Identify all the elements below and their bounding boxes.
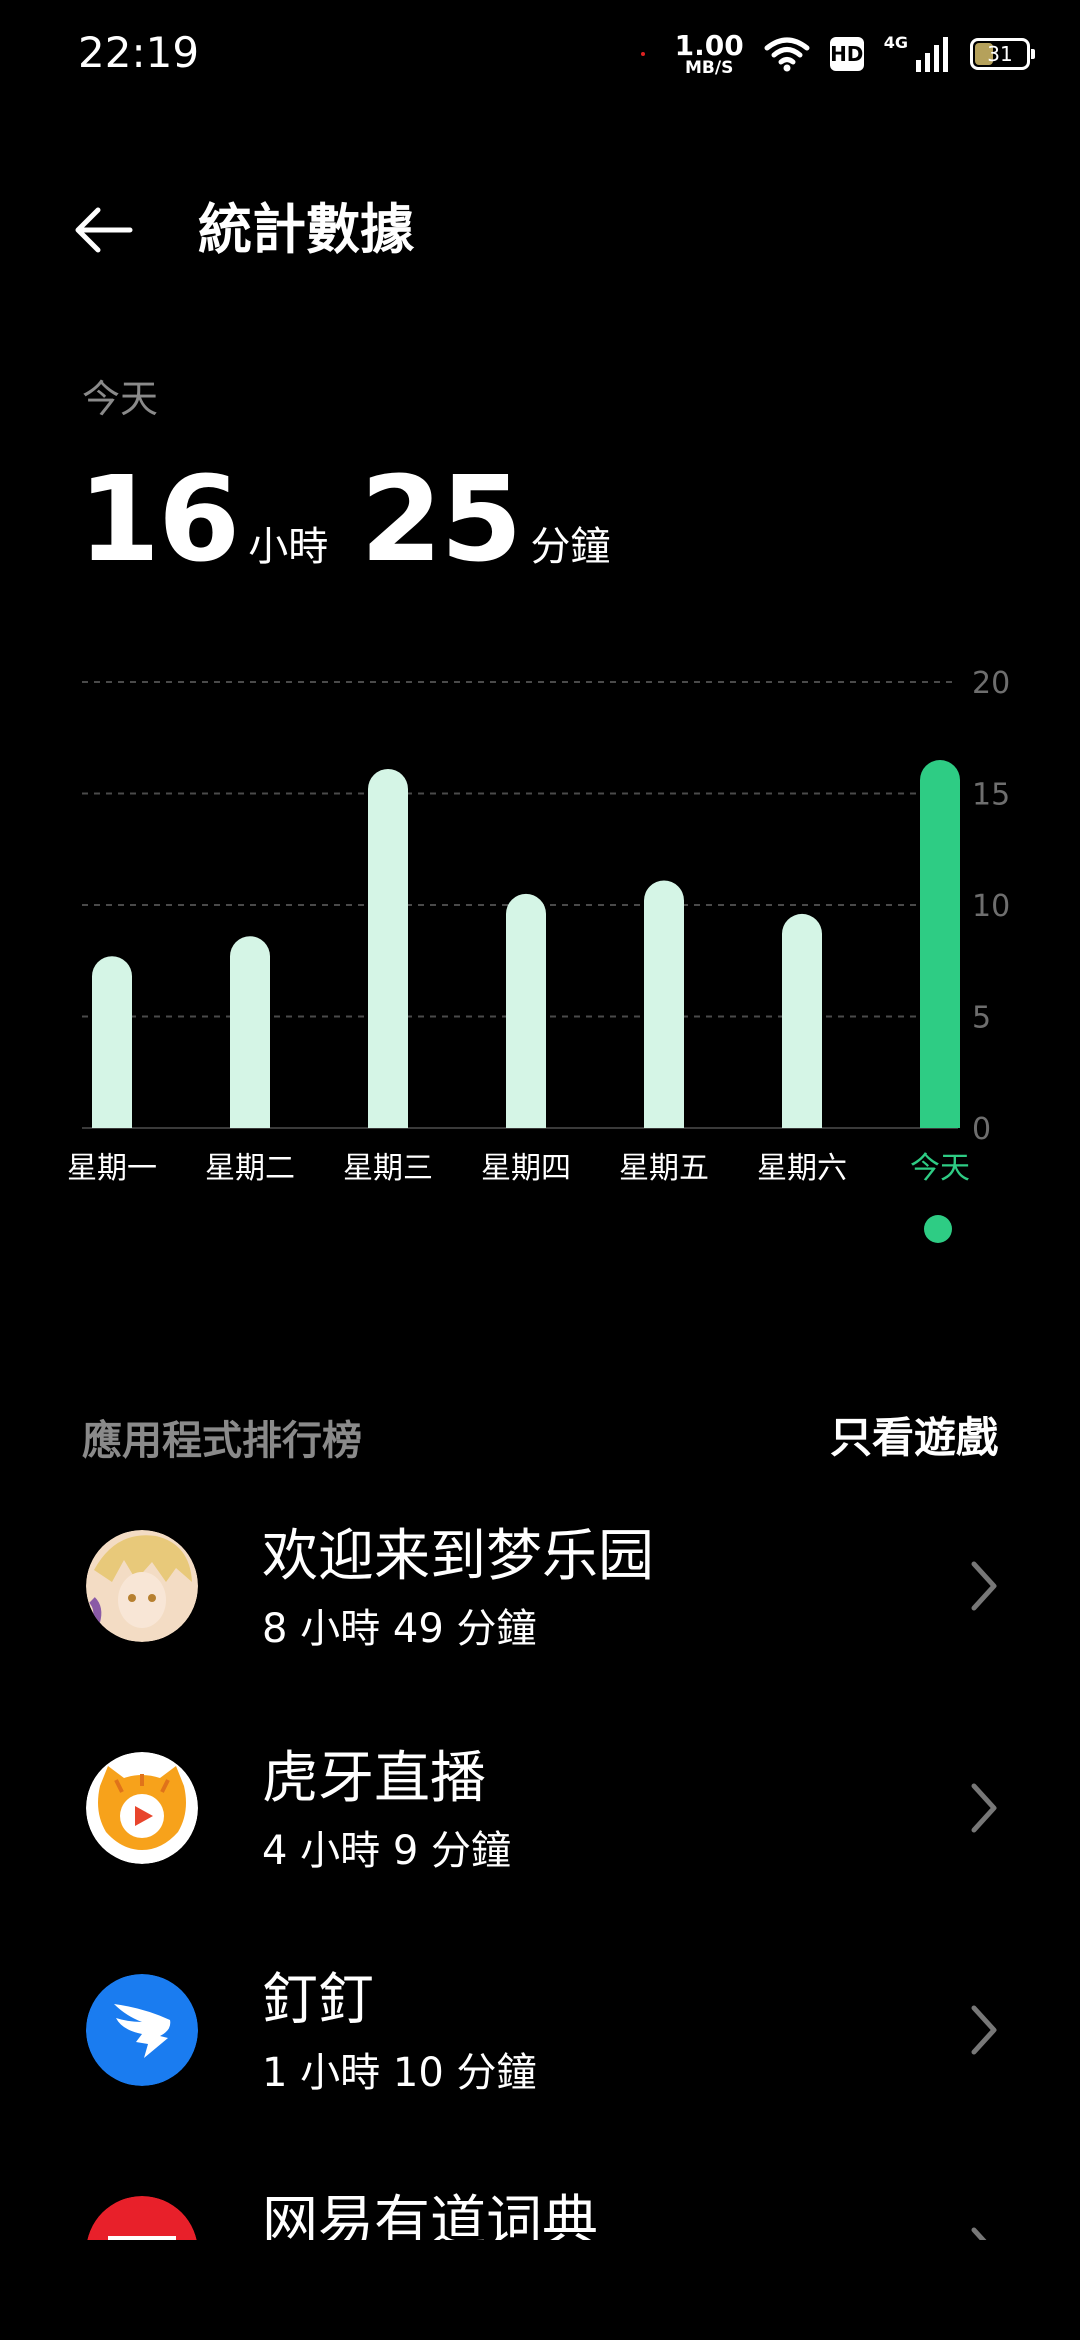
network-speed: 1.00 MB/S xyxy=(674,28,744,78)
chart-bar xyxy=(506,893,546,1128)
app-usage-time: 1 小時 10 分鐘 xyxy=(262,2050,537,2096)
dingtalk-icon xyxy=(86,1974,198,2086)
back-arrow-icon xyxy=(75,207,133,253)
today-label: 今天 xyxy=(82,377,159,421)
chart-bar xyxy=(368,768,408,1128)
y-tick-label: 5 xyxy=(972,1001,991,1036)
app-row-3[interactable]: 釘釘 1 小時 10 分鐘 xyxy=(0,1944,1080,2164)
rankings-header: 應用程式排行榜 只看遊戲 xyxy=(0,1400,1080,1470)
app-ranking-list: 欢迎来到梦乐园 8 小時 49 分鐘 虎牙直播 4 小時 9 分鐘 釘釘 1 小… xyxy=(0,1500,1080,2240)
battery-nub xyxy=(1031,49,1035,59)
anime-avatar-icon xyxy=(86,1530,198,1642)
app-name: 釘釘 xyxy=(262,1968,374,2033)
status-bar: 22:19 1.00 MB/S HD 4G 31 xyxy=(0,0,1080,110)
x-tick-label: 星期一 xyxy=(67,1151,157,1186)
x-tick-label: 星期三 xyxy=(343,1151,433,1186)
chart-bar xyxy=(230,936,270,1128)
notification-dot-icon xyxy=(640,52,645,56)
chevron-right-icon xyxy=(971,1561,997,1611)
chart-bar xyxy=(92,956,132,1128)
app-name: 欢迎来到梦乐园 xyxy=(262,1524,654,1589)
y-tick-label: 10 xyxy=(972,889,1010,924)
app-usage-time: 4 小時 9 分鐘 xyxy=(262,1828,512,1874)
total-usage-time: 16 小時 25 分鐘 xyxy=(78,450,642,588)
app-row-1[interactable]: 欢迎来到梦乐园 8 小時 49 分鐘 xyxy=(0,1500,1080,1720)
usage-bar-chart: 0 5 10 15 20 星期一 星期二 星期三 星期四 星期五 星期六 今天 xyxy=(67,666,1010,1186)
selected-day-indicator xyxy=(924,1215,952,1243)
chart-bar xyxy=(644,880,684,1128)
hours-value: 16 xyxy=(78,450,240,588)
minutes-value: 25 xyxy=(360,450,522,588)
page-title: 統計數據 xyxy=(198,198,414,261)
y-tick-label: 20 xyxy=(972,666,1010,701)
signal-icon xyxy=(916,37,948,72)
hd-badge-icon: HD xyxy=(829,37,864,71)
x-tick-label: 星期四 xyxy=(481,1151,571,1186)
app-row-2[interactable]: 虎牙直播 4 小時 9 分鐘 xyxy=(0,1722,1080,1942)
network-speed-unit: MB/S xyxy=(685,57,734,78)
back-button[interactable] xyxy=(72,198,136,262)
x-tick-label: 星期二 xyxy=(205,1151,295,1186)
status-icons: 1.00 MB/S HD 4G 31 xyxy=(640,28,1035,78)
chart-bar xyxy=(782,913,823,1128)
battery-icon: 31 xyxy=(970,38,1035,70)
app-row-4[interactable]: 网易有道词典 xyxy=(0,2166,1080,2240)
youdao-icon xyxy=(86,2196,198,2240)
wifi-icon xyxy=(764,37,810,72)
app-name: 虎牙直播 xyxy=(262,1746,486,1811)
network-speed-value: 1.00 xyxy=(674,28,744,62)
chevron-right-icon xyxy=(971,2227,987,2240)
games-only-filter-button[interactable]: 只看遊戲 xyxy=(830,1404,998,1465)
hours-unit: 小時 xyxy=(248,524,329,570)
y-tick-label: 15 xyxy=(972,778,1010,813)
network-type: 4G xyxy=(883,32,908,52)
chart-bar xyxy=(920,760,960,1128)
battery-level: 31 xyxy=(987,42,1013,66)
app-usage-time: 8 小時 49 分鐘 xyxy=(262,1606,537,1652)
header: 統計數據 xyxy=(0,180,1080,280)
minutes-unit: 分鐘 xyxy=(530,524,611,570)
app-name: 网易有道词典 xyxy=(262,2190,598,2240)
usage-chart: 0 5 10 15 20 星期一 星期二 星期三 星期四 星期五 星期六 今天 xyxy=(0,660,1080,1260)
huya-tiger-icon xyxy=(86,1752,198,1864)
y-tick-label: 0 xyxy=(972,1112,991,1147)
x-tick-label: 星期六 xyxy=(757,1151,847,1186)
status-time: 22:19 xyxy=(78,28,200,77)
x-tick-label: 今天 xyxy=(910,1151,970,1186)
x-tick-label: 星期五 xyxy=(619,1151,709,1186)
rankings-title: 應用程式排行榜 xyxy=(82,1418,362,1464)
chevron-right-icon xyxy=(971,1783,997,1833)
chevron-right-icon xyxy=(971,2005,997,2055)
